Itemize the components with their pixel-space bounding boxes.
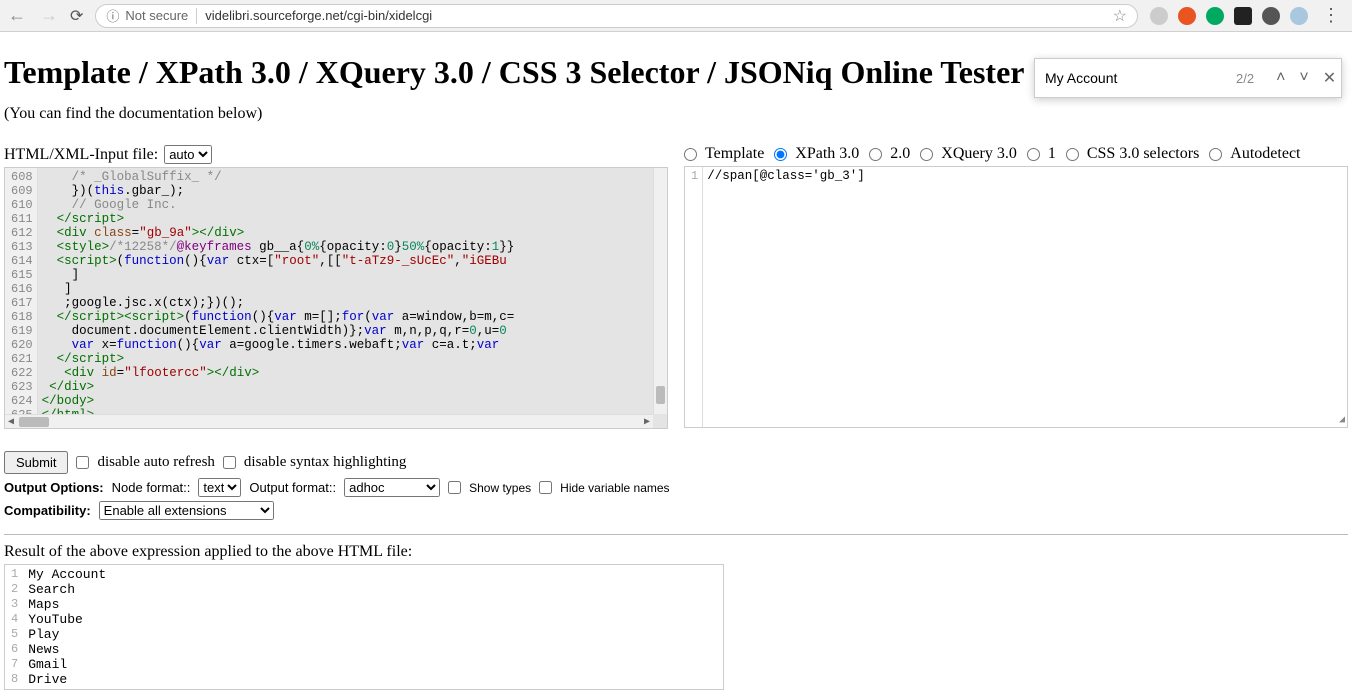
line-gutter: 1 [685,167,703,427]
page-subtitle: (You can find the documentation below) [4,105,1348,123]
security-label: Not secure [125,8,188,23]
expression-type-selector: Template XPath 3.0 2.0 XQuery 3.0 1 CSS … [684,145,1348,163]
input-mode-select[interactable]: auto [164,145,212,164]
back-button[interactable]: ← [8,5,26,26]
extension-icon[interactable] [1150,7,1168,25]
expression-content[interactable]: //span[@class='gb_3'] [703,167,1347,427]
show-types-checkbox[interactable] [448,481,461,494]
extension-icon[interactable] [1234,7,1252,25]
horizontal-scrollbar[interactable]: ◀ ▶ [5,414,653,428]
scroll-thumb[interactable] [19,417,49,427]
html-input-editor[interactable]: 608 609 610 611 612 613 614 615 616 617 … [4,167,668,429]
radio-css[interactable] [1066,148,1079,161]
line-gutter: 608 609 610 611 612 613 614 615 616 617 … [5,168,38,428]
vertical-scrollbar[interactable] [653,168,667,414]
nav-arrows: ← → [8,5,58,26]
radio-autodetect[interactable] [1209,148,1222,161]
browser-menu-icon[interactable]: ⋮ [1318,5,1344,26]
extension-icon[interactable] [1206,7,1224,25]
disable-auto-refresh-label: disable auto refresh [97,454,214,471]
input-header: HTML/XML-Input file: auto [4,145,668,164]
output-format-select[interactable]: adhoc [344,478,440,497]
find-close-icon[interactable]: ✕ [1321,68,1338,88]
divider [196,8,197,24]
extension-icon[interactable] [1178,7,1196,25]
forward-button[interactable]: → [40,5,58,26]
code-content[interactable]: /* _GlobalSuffix_ */ })(this.gbar_); // … [38,168,667,428]
node-format-label: Node format:: [112,480,191,495]
result-box: 1 2 3 4 5 6 7 8 My Account Search Maps Y… [4,564,724,690]
security-indicator[interactable]: ⓘ Not secure [106,6,188,25]
scroll-left-icon[interactable]: ◀ [5,416,17,428]
disable-syntax-label: disable syntax highlighting [244,454,407,471]
extension-icons: ⋮ [1150,5,1344,26]
address-bar[interactable]: ⓘ Not secure videlibri.sourceforge.net/c… [95,4,1138,28]
compatibility-label: Compatibility: [4,503,91,518]
output-options-label: Output Options: [4,480,104,495]
find-input[interactable] [1045,70,1226,86]
hide-vars-label: Hide variable names [560,481,669,495]
separator [4,534,1348,535]
resize-grip-icon[interactable]: ◢ [1339,417,1345,425]
radio-xquery10[interactable] [1027,148,1040,161]
reload-button[interactable]: ⟳ [70,6,83,26]
result-content: My Account Search Maps YouTube Play News… [24,565,110,689]
url-text: videlibri.sourceforge.net/cgi-bin/xidelc… [205,8,1104,23]
submit-button[interactable]: Submit [4,451,68,474]
info-icon: ⓘ [106,6,119,25]
radio-xpath30[interactable] [774,148,787,161]
scroll-thumb[interactable] [656,386,665,404]
result-label: Result of the above expression applied t… [4,543,1348,561]
find-count: 2/2 [1236,71,1254,86]
find-prev-icon[interactable]: ˄ [1274,69,1287,87]
extension-icon[interactable] [1262,7,1280,25]
disable-auto-refresh-checkbox[interactable] [76,456,89,469]
radio-xquery30[interactable] [920,148,933,161]
disable-syntax-checkbox[interactable] [223,456,236,469]
find-next-icon[interactable]: ˅ [1297,69,1310,87]
node-format-select[interactable]: text [198,478,241,497]
show-types-label: Show types [469,481,531,495]
compatibility-select[interactable]: Enable all extensions [99,501,274,520]
radio-template[interactable] [684,148,697,161]
browser-toolbar: ← → ⟳ ⓘ Not secure videlibri.sourceforge… [0,0,1352,32]
radio-xpath20[interactable] [869,148,882,161]
bookmark-star-icon[interactable]: ☆ [1113,6,1127,26]
expression-editor[interactable]: 1 //span[@class='gb_3'] ◢ [684,166,1348,428]
line-gutter: 1 2 3 4 5 6 7 8 [5,565,24,689]
hide-vars-checkbox[interactable] [539,481,552,494]
scroll-right-icon[interactable]: ▶ [641,416,653,428]
find-in-page-bar: 2/2 ˄ ˅ ✕ [1034,58,1342,98]
output-format-label: Output format:: [249,480,336,495]
input-label: HTML/XML-Input file: [4,146,158,164]
extension-icon[interactable] [1290,7,1308,25]
